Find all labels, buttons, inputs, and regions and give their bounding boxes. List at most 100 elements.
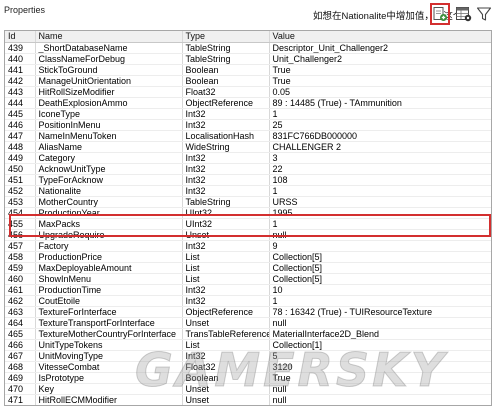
cell-id[interactable]: 440 [5, 53, 36, 65]
cell-type[interactable]: Unset [182, 317, 270, 329]
cell-id[interactable]: 439 [5, 42, 36, 54]
cell-id[interactable]: 470 [5, 383, 36, 395]
cell-type[interactable]: TableString [182, 53, 270, 65]
table-row[interactable]: 458 ProductionPrice List Collection[5] [5, 251, 491, 263]
cell-value[interactable]: 108 [269, 174, 491, 186]
cell-type[interactable]: Unset [182, 394, 270, 405]
table-row[interactable]: 464 TextureTransportForInterface Unset null [5, 317, 491, 329]
cell-type[interactable]: Int32 [182, 152, 270, 164]
cell-name[interactable]: ClassNameForDebug [35, 53, 183, 65]
cell-name[interactable]: VitesseCombat [35, 361, 183, 373]
properties-grid[interactable]: Id Name Type Value 439 _ShortDatabaseName… [4, 30, 492, 406]
cell-type[interactable]: UInt32 [182, 207, 270, 219]
table-row[interactable]: 462 CoutEtoile Int32 1 [5, 295, 491, 307]
cell-name[interactable]: MaxPacks [35, 218, 183, 230]
column-header-name[interactable]: Name [35, 31, 183, 43]
cell-name[interactable]: Category [35, 152, 183, 164]
cell-name[interactable]: MaxDeployableAmount [35, 262, 183, 274]
cell-type[interactable]: LocalisationHash [182, 130, 270, 142]
cell-name[interactable]: CoutEtoile [35, 295, 183, 307]
cell-name[interactable]: HitRollECMModifier [35, 394, 183, 405]
table-row[interactable]: 457 Factory Int32 9 [5, 240, 491, 252]
table-row[interactable]: 470 Key Unset null [5, 383, 491, 395]
cell-type[interactable]: List [182, 251, 270, 263]
cell-name[interactable]: UpgradeRequire [35, 229, 183, 241]
cell-type[interactable]: UInt32 [182, 218, 270, 230]
table-row[interactable]: 466 UnitTypeTokens List Collection[1] [5, 339, 491, 351]
cell-name[interactable]: AliasName [35, 141, 183, 153]
add-value-button[interactable] [430, 3, 450, 25]
cell-value[interactable]: 1 [269, 185, 491, 197]
cell-name[interactable]: TextureMotherCountryForInterface [35, 328, 183, 340]
cell-value[interactable]: 25 [269, 119, 491, 131]
cell-name[interactable]: Key [35, 383, 183, 395]
cell-type[interactable]: Int32 [182, 163, 270, 175]
cell-name[interactable]: AcknowUnitType [35, 163, 183, 175]
cell-name[interactable]: IconeType [35, 108, 183, 120]
cell-type[interactable]: Unset [182, 383, 270, 395]
cell-id[interactable]: 459 [5, 262, 36, 274]
cell-type[interactable]: Boolean [182, 75, 270, 87]
table-row[interactable]: 448 AliasName WideString CHALLENGER 2 [5, 141, 491, 153]
cell-type[interactable]: TableString [182, 42, 270, 54]
cell-value[interactable]: Unit_Challenger2 [269, 53, 491, 65]
table-row[interactable]: 446 PositionInMenu Int32 25 [5, 119, 491, 131]
cell-value[interactable]: 831FC766DB000000 [269, 130, 491, 142]
cell-name[interactable]: ManageUnitOrientation [35, 75, 183, 87]
cell-name[interactable]: TypeForAcknow [35, 174, 183, 186]
cell-type[interactable]: ObjectReference [182, 97, 270, 109]
cell-id[interactable]: 443 [5, 86, 36, 98]
cell-type[interactable]: Boolean [182, 372, 270, 384]
cell-type[interactable]: Int32 [182, 350, 270, 362]
cell-id[interactable]: 449 [5, 152, 36, 164]
cell-value[interactable]: 3120 [269, 361, 491, 373]
cell-value[interactable]: URSS [269, 196, 491, 208]
cell-value[interactable]: 9 [269, 240, 491, 252]
table-row[interactable]: 441 StickToGround Boolean True [5, 64, 491, 76]
cell-name[interactable]: DeathExplosionAmmo [35, 97, 183, 109]
table-row[interactable]: 440 ClassNameForDebug TableString Unit_Chal… [5, 53, 491, 65]
cell-name[interactable]: NameInMenuToken [35, 130, 183, 142]
table-row[interactable]: 450 AcknowUnitType Int32 22 [5, 163, 491, 175]
cell-id[interactable]: 469 [5, 372, 36, 384]
cell-value[interactable]: True [269, 75, 491, 87]
cell-id[interactable]: 456 [5, 229, 36, 241]
cell-value[interactable]: null [269, 383, 491, 395]
cell-id[interactable]: 467 [5, 350, 36, 362]
cell-name[interactable]: Nationalite [35, 185, 183, 197]
cell-name[interactable]: ProductionTime [35, 284, 183, 296]
cell-id[interactable]: 441 [5, 64, 36, 76]
column-header-id[interactable]: Id [5, 31, 36, 43]
cell-name[interactable]: ProductionYear [35, 207, 183, 219]
cell-id[interactable]: 471 [5, 394, 36, 405]
spreadsheet-button[interactable] [453, 3, 473, 25]
cell-name[interactable]: UnitTypeTokens [35, 339, 183, 351]
table-row[interactable]: 463 TextureForInterface ObjectReference 78 … [5, 306, 491, 318]
cell-name[interactable]: UnitMovingType [35, 350, 183, 362]
cell-type[interactable]: ObjectReference [182, 306, 270, 318]
cell-value[interactable]: True [269, 64, 491, 76]
table-row[interactable]: 469 IsPrototype Boolean True [5, 372, 491, 384]
cell-id[interactable]: 450 [5, 163, 36, 175]
column-header-type[interactable]: Type [182, 31, 270, 43]
cell-type[interactable]: Int32 [182, 174, 270, 186]
cell-value[interactable]: null [269, 394, 491, 405]
table-row[interactable]: 449 Category Int32 3 [5, 152, 491, 164]
cell-value[interactable]: Collection[5] [269, 262, 491, 274]
cell-value[interactable]: Collection[1] [269, 339, 491, 351]
cell-type[interactable]: List [182, 262, 270, 274]
table-row[interactable]: 451 TypeForAcknow Int32 108 [5, 174, 491, 186]
table-row[interactable]: 455 MaxPacks UInt32 1 [5, 218, 491, 230]
cell-value[interactable]: Collection[5] [269, 251, 491, 263]
table-row[interactable]: 467 UnitMovingType Int32 5 [5, 350, 491, 362]
cell-name[interactable]: Factory [35, 240, 183, 252]
cell-id[interactable]: 461 [5, 284, 36, 296]
cell-type[interactable]: TableString [182, 196, 270, 208]
cell-type[interactable]: List [182, 273, 270, 285]
table-row[interactable]: 447 NameInMenuToken LocalisationHash 831FC7… [5, 130, 491, 142]
cell-type[interactable]: Int32 [182, 108, 270, 120]
table-row[interactable]: 439 _ShortDatabaseName TableString Descript… [5, 42, 491, 54]
cell-name[interactable]: MotherCountry [35, 196, 183, 208]
cell-name[interactable]: TextureTransportForInterface [35, 317, 183, 329]
cell-value[interactable]: Descriptor_Unit_Challenger2 [269, 42, 491, 54]
